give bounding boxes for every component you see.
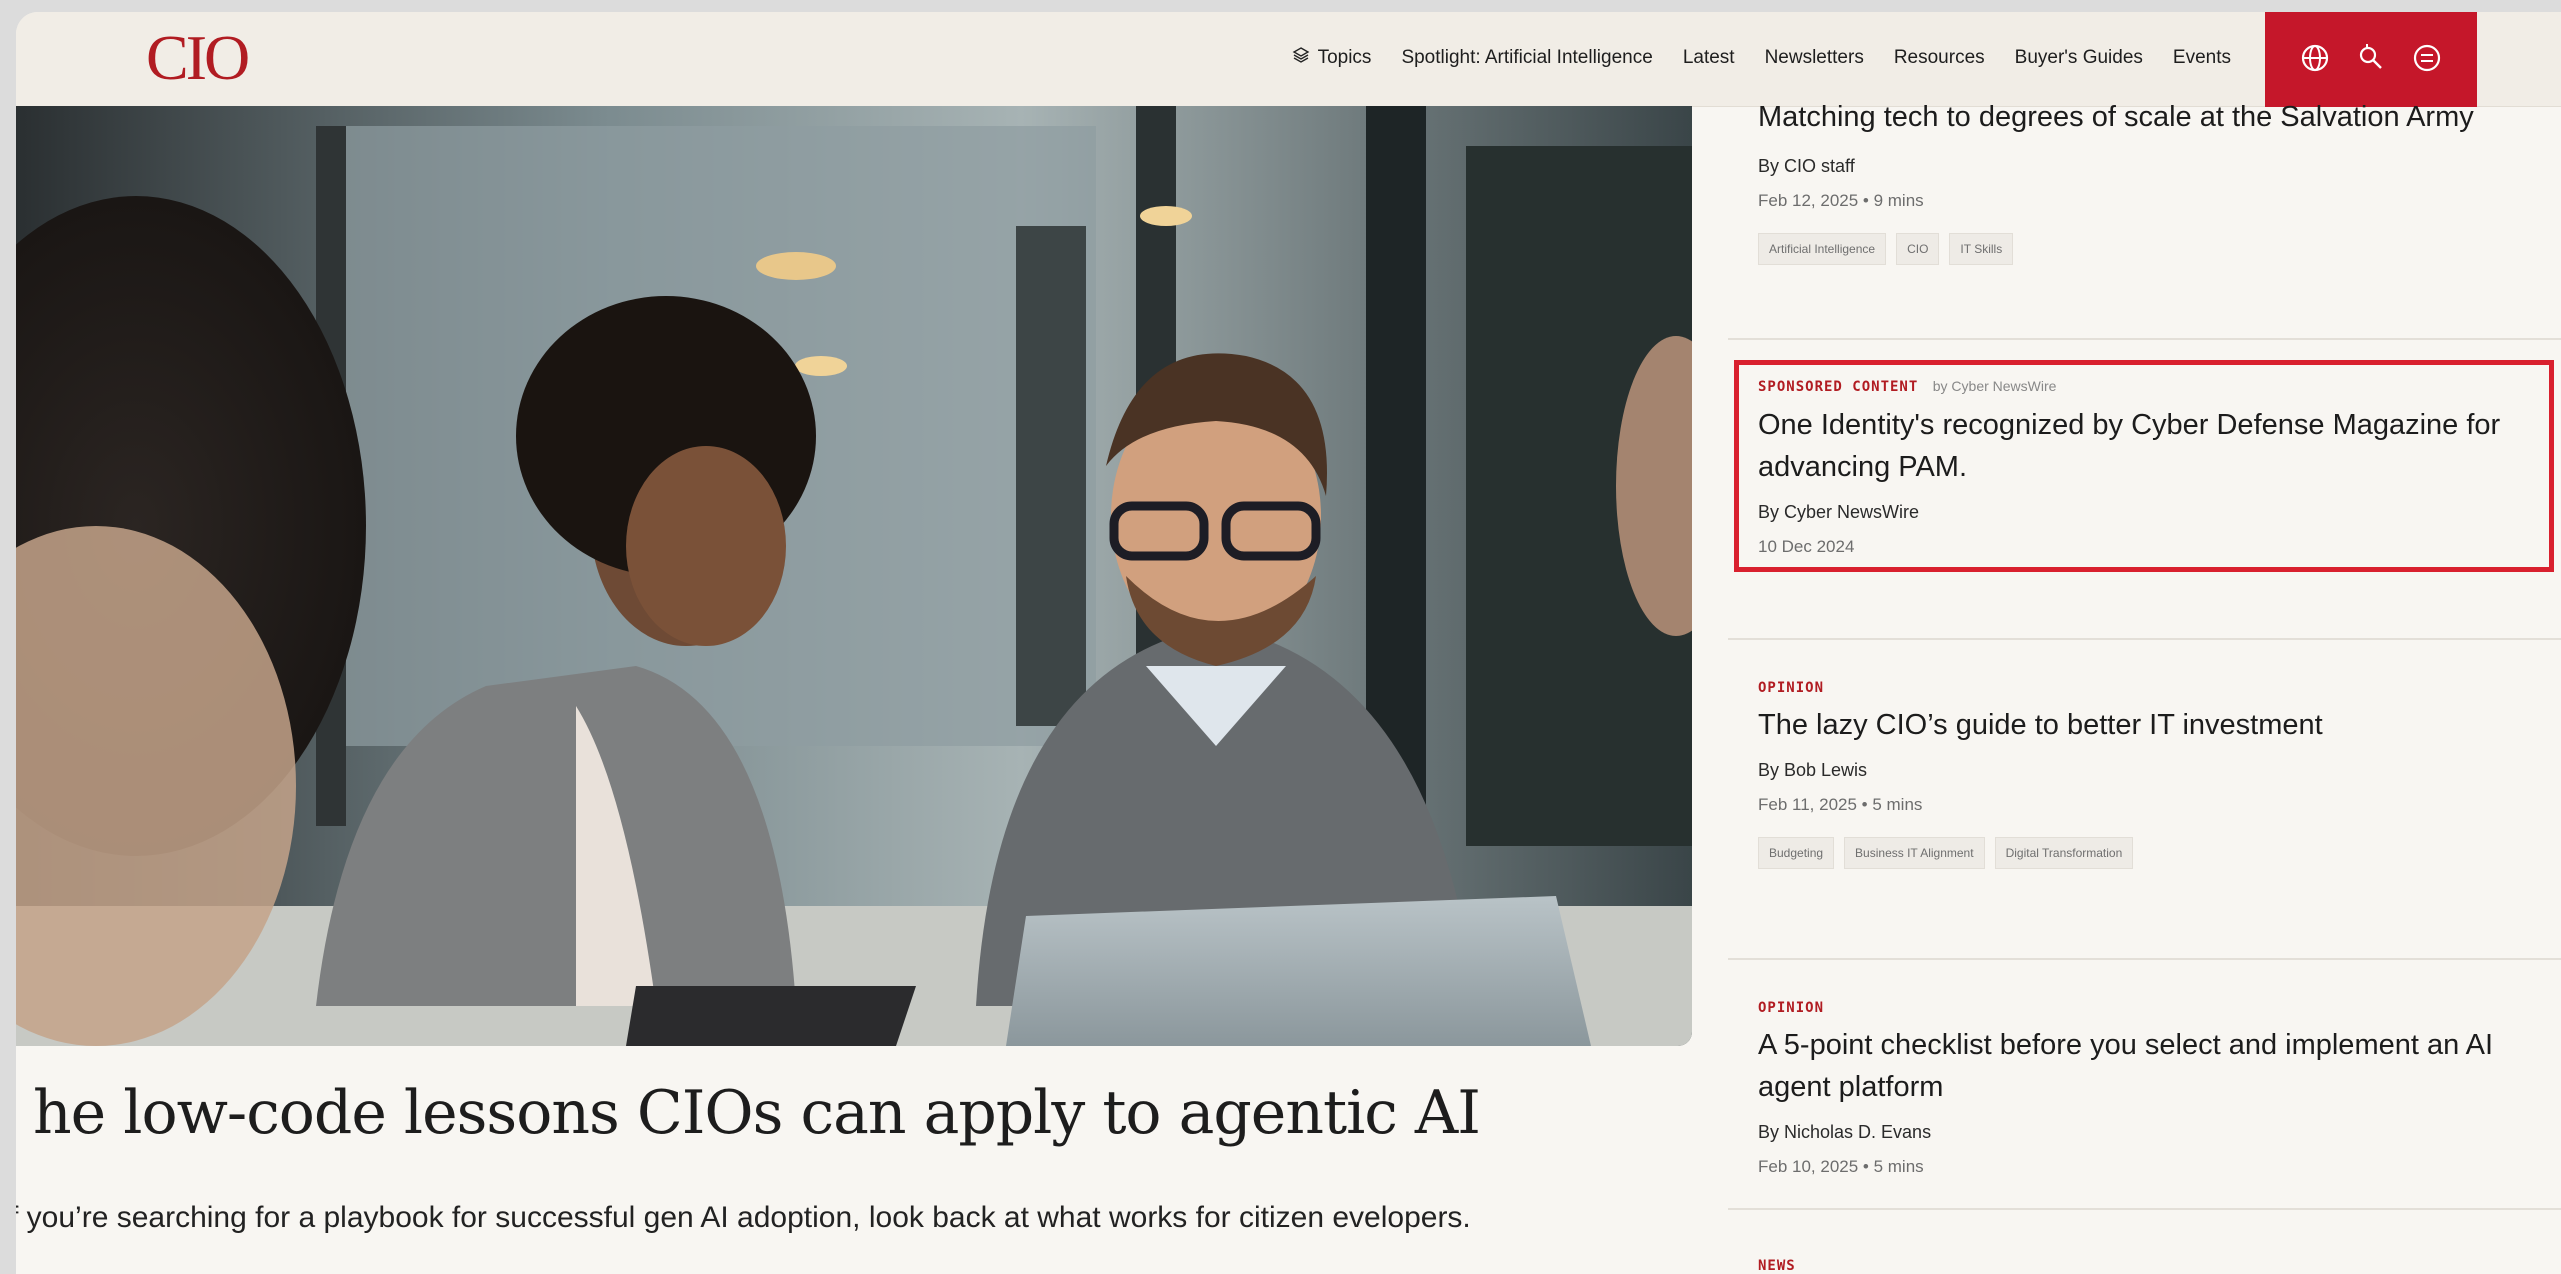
tag[interactable]: Business IT Alignment <box>1844 837 1985 869</box>
headline-text: he low-code lessons CIOs can apply to ag… <box>33 1078 1481 1148</box>
card-meta: Feb 11, 2025 • 5 mins <box>1758 795 1923 814</box>
card-byline[interactable]: By Bob Lewis <box>1758 760 2548 781</box>
tag[interactable]: Digital Transformation <box>1994 837 2134 869</box>
tag[interactable]: Budgeting <box>1758 837 1835 869</box>
card-title[interactable]: Matching tech to degrees of scale at the… <box>1758 96 2548 138</box>
card-tags: Budgeting Business IT Alignment Digital Tr… <box>1758 837 2548 869</box>
card-body: Matching tech to degrees of scale at the… <box>1758 96 2548 265</box>
card-title[interactable]: A 5-point checklist before you select an… <box>1758 1024 2548 1108</box>
hero-article-image[interactable] <box>16 106 1692 1046</box>
card-meta: Feb 10, 2025 • 5 mins <box>1758 1157 1924 1176</box>
hero-headline[interactable]: The low-code lessons CIOs can apply to a… <box>16 1074 1684 1152</box>
tag[interactable]: Artificial Intelligence <box>1758 233 1887 265</box>
card-byline[interactable]: By Cyber NewsWire <box>1758 502 2548 523</box>
hero-dek: f you’re searching for a playbook for su… <box>16 1201 1471 1234</box>
card-byline[interactable]: By Nicholas D. Evans <box>1758 1122 2548 1143</box>
nav-spotlight[interactable]: Spotlight: Artificial Intelligence <box>1401 47 1652 69</box>
news-label: NEWS <box>1758 1258 1796 1274</box>
opinion-label: OPINION <box>1758 1000 1825 1016</box>
sponsor-source: by Cyber NewsWire <box>1932 378 2057 394</box>
cio-logo[interactable]: CIO <box>146 26 250 90</box>
card-tags: Artificial Intelligence CIO IT Skills <box>1758 233 2548 265</box>
tag[interactable]: CIO <box>1896 233 1940 265</box>
card-meta: 10 Dec 2024 <box>1758 537 1855 556</box>
card-label-row: SPONSORED CONTENT by Cyber NewsWire <box>1758 378 2548 396</box>
sidebar-card[interactable]: Matching tech to degrees of scale at the… <box>1728 66 2561 340</box>
sidebar-card[interactable]: OPINION The lazy CIO’s guide to better I… <box>1728 638 2561 960</box>
card-body: OPINION The lazy CIO’s guide to better I… <box>1758 680 2548 869</box>
card-body: OPINION A 5-point checklist before you s… <box>1758 1000 2548 1177</box>
tag[interactable]: IT Skills <box>1949 233 2014 265</box>
nav-latest[interactable]: Latest <box>1683 47 1735 69</box>
layers-icon <box>1292 46 1310 70</box>
sidebar-card-sponsored[interactable]: SPONSORED CONTENT by Cyber NewsWire One … <box>1728 338 2561 640</box>
browser-viewport: CIO Topics Spotlight: Artificial Intelli… <box>16 12 2561 1274</box>
sponsored-label: SPONSORED CONTENT <box>1758 379 1919 395</box>
card-title[interactable]: The lazy CIO’s guide to better IT invest… <box>1758 704 2548 746</box>
card-title[interactable]: One Identity's recognized by Cyber Defen… <box>1758 404 2548 488</box>
card-byline[interactable]: By CIO staff <box>1758 156 2548 177</box>
opinion-label: OPINION <box>1758 680 1825 696</box>
card-meta: Feb 12, 2025 • 9 mins <box>1758 191 1924 210</box>
article-sidebar: Matching tech to degrees of scale at the… <box>1728 101 2561 1274</box>
card-body: SPONSORED CONTENT by Cyber NewsWire One … <box>1758 378 2548 557</box>
nav-topics[interactable]: Topics <box>1292 46 1372 70</box>
nav-topics-label: Topics <box>1317 47 1372 68</box>
sidebar-card[interactable]: OPINION A 5-point checklist before you s… <box>1728 958 2561 1210</box>
sidebar-card[interactable]: NEWS <box>1728 1208 2561 1274</box>
